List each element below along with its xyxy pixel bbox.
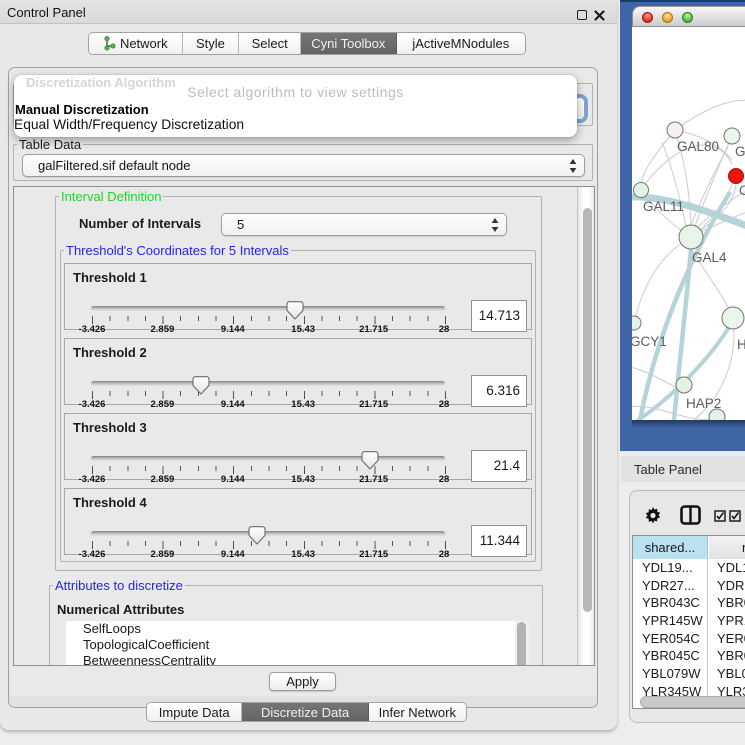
svg-text:GA: GA [735,144,745,159]
svg-text:HAP2: HAP2 [686,396,721,411]
svg-text:H: H [737,337,745,352]
svg-text:GCY1: GCY1 [632,334,667,349]
svg-text:GAL80: GAL80 [677,139,719,154]
svg-text:GAL4: GAL4 [692,250,727,265]
svg-text:GAL11: GAL11 [643,199,684,214]
svg-text:C: C [739,183,745,198]
